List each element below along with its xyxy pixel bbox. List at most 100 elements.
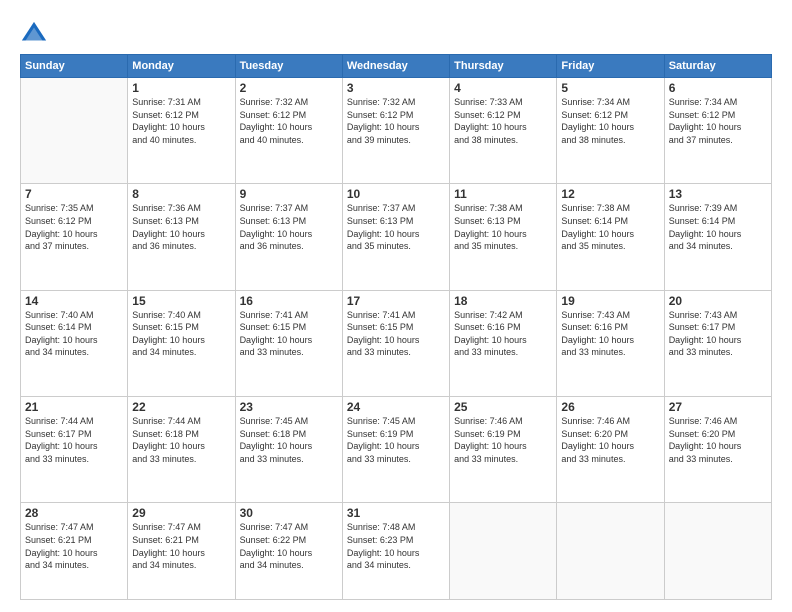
day-info: Sunrise: 7:41 AM Sunset: 6:15 PM Dayligh… (347, 309, 445, 359)
day-info: Sunrise: 7:46 AM Sunset: 6:20 PM Dayligh… (561, 415, 659, 465)
day-info: Sunrise: 7:47 AM Sunset: 6:22 PM Dayligh… (240, 521, 338, 571)
calendar-table: SundayMondayTuesdayWednesdayThursdayFrid… (20, 54, 772, 600)
day-number: 28 (25, 506, 123, 520)
calendar-cell: 17Sunrise: 7:41 AM Sunset: 6:15 PM Dayli… (342, 290, 449, 396)
day-number: 20 (669, 294, 767, 308)
day-info: Sunrise: 7:44 AM Sunset: 6:18 PM Dayligh… (132, 415, 230, 465)
day-number: 8 (132, 187, 230, 201)
day-info: Sunrise: 7:46 AM Sunset: 6:20 PM Dayligh… (669, 415, 767, 465)
day-header: Tuesday (235, 55, 342, 78)
day-info: Sunrise: 7:43 AM Sunset: 6:16 PM Dayligh… (561, 309, 659, 359)
calendar-cell: 1Sunrise: 7:31 AM Sunset: 6:12 PM Daylig… (128, 78, 235, 184)
calendar-week-row: 1Sunrise: 7:31 AM Sunset: 6:12 PM Daylig… (21, 78, 772, 184)
day-info: Sunrise: 7:43 AM Sunset: 6:17 PM Dayligh… (669, 309, 767, 359)
calendar-cell: 25Sunrise: 7:46 AM Sunset: 6:19 PM Dayli… (450, 396, 557, 502)
day-info: Sunrise: 7:38 AM Sunset: 6:13 PM Dayligh… (454, 202, 552, 252)
day-info: Sunrise: 7:46 AM Sunset: 6:19 PM Dayligh… (454, 415, 552, 465)
calendar-week-row: 14Sunrise: 7:40 AM Sunset: 6:14 PM Dayli… (21, 290, 772, 396)
calendar-cell: 14Sunrise: 7:40 AM Sunset: 6:14 PM Dayli… (21, 290, 128, 396)
day-number: 12 (561, 187, 659, 201)
day-number: 31 (347, 506, 445, 520)
day-number: 11 (454, 187, 552, 201)
day-number: 3 (347, 81, 445, 95)
calendar-cell: 12Sunrise: 7:38 AM Sunset: 6:14 PM Dayli… (557, 184, 664, 290)
calendar-cell: 2Sunrise: 7:32 AM Sunset: 6:12 PM Daylig… (235, 78, 342, 184)
day-number: 6 (669, 81, 767, 95)
day-number: 5 (561, 81, 659, 95)
calendar-cell: 23Sunrise: 7:45 AM Sunset: 6:18 PM Dayli… (235, 396, 342, 502)
day-info: Sunrise: 7:47 AM Sunset: 6:21 PM Dayligh… (25, 521, 123, 571)
logo-icon (20, 20, 48, 48)
day-info: Sunrise: 7:39 AM Sunset: 6:14 PM Dayligh… (669, 202, 767, 252)
calendar-cell: 22Sunrise: 7:44 AM Sunset: 6:18 PM Dayli… (128, 396, 235, 502)
day-number: 1 (132, 81, 230, 95)
day-number: 30 (240, 506, 338, 520)
calendar-week-row: 21Sunrise: 7:44 AM Sunset: 6:17 PM Dayli… (21, 396, 772, 502)
calendar-cell: 20Sunrise: 7:43 AM Sunset: 6:17 PM Dayli… (664, 290, 771, 396)
calendar-cell: 9Sunrise: 7:37 AM Sunset: 6:13 PM Daylig… (235, 184, 342, 290)
day-number: 17 (347, 294, 445, 308)
day-info: Sunrise: 7:47 AM Sunset: 6:21 PM Dayligh… (132, 521, 230, 571)
day-number: 21 (25, 400, 123, 414)
day-number: 13 (669, 187, 767, 201)
day-number: 7 (25, 187, 123, 201)
day-header: Monday (128, 55, 235, 78)
day-number: 25 (454, 400, 552, 414)
calendar-cell (664, 503, 771, 600)
day-info: Sunrise: 7:31 AM Sunset: 6:12 PM Dayligh… (132, 96, 230, 146)
day-info: Sunrise: 7:45 AM Sunset: 6:19 PM Dayligh… (347, 415, 445, 465)
day-info: Sunrise: 7:40 AM Sunset: 6:15 PM Dayligh… (132, 309, 230, 359)
calendar-cell (450, 503, 557, 600)
calendar-cell: 5Sunrise: 7:34 AM Sunset: 6:12 PM Daylig… (557, 78, 664, 184)
day-header: Wednesday (342, 55, 449, 78)
calendar-cell: 6Sunrise: 7:34 AM Sunset: 6:12 PM Daylig… (664, 78, 771, 184)
day-number: 15 (132, 294, 230, 308)
day-header: Saturday (664, 55, 771, 78)
calendar-cell: 24Sunrise: 7:45 AM Sunset: 6:19 PM Dayli… (342, 396, 449, 502)
day-number: 18 (454, 294, 552, 308)
calendar-cell: 31Sunrise: 7:48 AM Sunset: 6:23 PM Dayli… (342, 503, 449, 600)
day-number: 9 (240, 187, 338, 201)
calendar-cell: 11Sunrise: 7:38 AM Sunset: 6:13 PM Dayli… (450, 184, 557, 290)
day-info: Sunrise: 7:40 AM Sunset: 6:14 PM Dayligh… (25, 309, 123, 359)
day-info: Sunrise: 7:34 AM Sunset: 6:12 PM Dayligh… (669, 96, 767, 146)
day-info: Sunrise: 7:41 AM Sunset: 6:15 PM Dayligh… (240, 309, 338, 359)
day-number: 10 (347, 187, 445, 201)
calendar-cell (557, 503, 664, 600)
calendar-cell: 21Sunrise: 7:44 AM Sunset: 6:17 PM Dayli… (21, 396, 128, 502)
calendar-cell: 29Sunrise: 7:47 AM Sunset: 6:21 PM Dayli… (128, 503, 235, 600)
day-info: Sunrise: 7:38 AM Sunset: 6:14 PM Dayligh… (561, 202, 659, 252)
day-info: Sunrise: 7:34 AM Sunset: 6:12 PM Dayligh… (561, 96, 659, 146)
calendar-cell: 8Sunrise: 7:36 AM Sunset: 6:13 PM Daylig… (128, 184, 235, 290)
day-header: Sunday (21, 55, 128, 78)
day-number: 4 (454, 81, 552, 95)
calendar-cell: 19Sunrise: 7:43 AM Sunset: 6:16 PM Dayli… (557, 290, 664, 396)
day-number: 27 (669, 400, 767, 414)
day-number: 26 (561, 400, 659, 414)
day-info: Sunrise: 7:44 AM Sunset: 6:17 PM Dayligh… (25, 415, 123, 465)
day-number: 2 (240, 81, 338, 95)
calendar-cell (21, 78, 128, 184)
calendar-cell: 13Sunrise: 7:39 AM Sunset: 6:14 PM Dayli… (664, 184, 771, 290)
day-number: 24 (347, 400, 445, 414)
day-info: Sunrise: 7:35 AM Sunset: 6:12 PM Dayligh… (25, 202, 123, 252)
calendar-cell: 15Sunrise: 7:40 AM Sunset: 6:15 PM Dayli… (128, 290, 235, 396)
day-info: Sunrise: 7:45 AM Sunset: 6:18 PM Dayligh… (240, 415, 338, 465)
day-info: Sunrise: 7:48 AM Sunset: 6:23 PM Dayligh… (347, 521, 445, 571)
day-info: Sunrise: 7:36 AM Sunset: 6:13 PM Dayligh… (132, 202, 230, 252)
day-number: 16 (240, 294, 338, 308)
header-row: SundayMondayTuesdayWednesdayThursdayFrid… (21, 55, 772, 78)
calendar-cell: 30Sunrise: 7:47 AM Sunset: 6:22 PM Dayli… (235, 503, 342, 600)
day-header: Friday (557, 55, 664, 78)
calendar-cell: 4Sunrise: 7:33 AM Sunset: 6:12 PM Daylig… (450, 78, 557, 184)
day-number: 23 (240, 400, 338, 414)
day-number: 29 (132, 506, 230, 520)
day-info: Sunrise: 7:33 AM Sunset: 6:12 PM Dayligh… (454, 96, 552, 146)
calendar-cell: 28Sunrise: 7:47 AM Sunset: 6:21 PM Dayli… (21, 503, 128, 600)
day-header: Thursday (450, 55, 557, 78)
calendar-week-row: 28Sunrise: 7:47 AM Sunset: 6:21 PM Dayli… (21, 503, 772, 600)
day-number: 19 (561, 294, 659, 308)
day-number: 22 (132, 400, 230, 414)
page: SundayMondayTuesdayWednesdayThursdayFrid… (0, 0, 792, 612)
calendar-cell: 26Sunrise: 7:46 AM Sunset: 6:20 PM Dayli… (557, 396, 664, 502)
